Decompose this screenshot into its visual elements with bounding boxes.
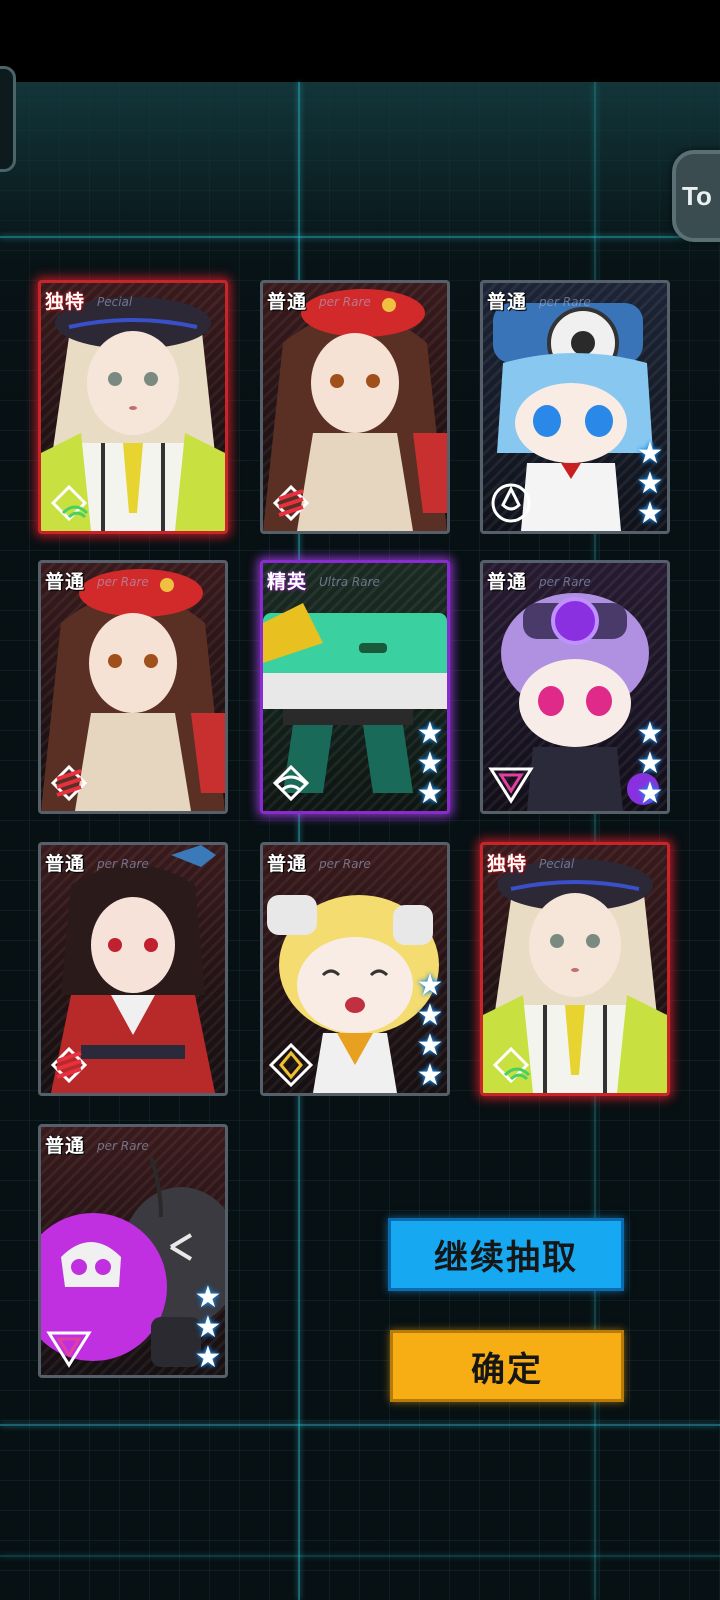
result-card[interactable]: 普通 per Rare (38, 842, 228, 1096)
rarity-sublabel: Pecial (97, 295, 133, 309)
result-card[interactable]: 普通 per Rare ★ ★ ★ (480, 560, 670, 814)
rarity-label: 普通 (267, 853, 308, 875)
result-card[interactable]: 独特 Pecial (38, 280, 228, 534)
star-icon: ★ (636, 436, 664, 471)
rarity-sublabel: per Rare (97, 857, 149, 871)
stripes-icon (50, 1046, 88, 1084)
continue-draw-button[interactable]: 继续抽取 (388, 1218, 624, 1291)
top-right-button[interactable]: To (672, 150, 720, 242)
result-card[interactable]: 精英 Ultra Rare ★ ★ ★ (260, 560, 450, 814)
drop-circle-icon (491, 483, 531, 523)
gacha-results-screen: To 独特 Pecial 普通 per Rare 普通 per Rare ★ ★… (0, 0, 720, 1600)
rarity-label: 普通 (45, 853, 86, 875)
result-card[interactable]: 普通 per Rare ★ ★ ★ (38, 1124, 228, 1378)
wifi-icon (272, 764, 310, 802)
star-icon: ★ (416, 998, 444, 1033)
star-icon: ★ (636, 776, 664, 811)
rarity-sublabel: Ultra Rare (319, 575, 380, 589)
rarity-label: 独特 (487, 853, 528, 875)
rarity-sublabel: per Rare (97, 575, 149, 589)
confirm-label: 确定 (471, 1349, 543, 1390)
stripes-icon (50, 764, 88, 802)
star-icon: ★ (416, 746, 444, 781)
diamond-icon (268, 1042, 314, 1088)
result-card[interactable]: 普通 per Rare (260, 280, 450, 534)
status-bar-area (0, 0, 720, 82)
triangle-icon (488, 767, 534, 804)
rarity-sublabel: per Rare (319, 857, 371, 871)
star-icon: ★ (636, 746, 664, 781)
star-icon: ★ (416, 1028, 444, 1063)
star-rating: ★ ★ ★ (415, 719, 445, 809)
result-card[interactable]: 普通 per Rare (38, 560, 228, 814)
wifi-icon (50, 484, 89, 522)
confirm-button[interactable]: 确定 (390, 1330, 624, 1402)
star-icon: ★ (636, 716, 664, 751)
result-card[interactable]: 独特 Pecial (480, 842, 670, 1096)
top-right-button-label: To (682, 180, 712, 211)
star-icon: ★ (416, 1058, 444, 1093)
rarity-sublabel: per Rare (319, 295, 371, 309)
star-rating: ★ ★ ★ (193, 1283, 223, 1373)
result-card[interactable]: 普通 per Rare ★ ★ ★ ★ (260, 842, 450, 1096)
rarity-sublabel: per Rare (539, 295, 591, 309)
left-side-tab[interactable] (0, 66, 16, 172)
rarity-sublabel: per Rare (97, 1139, 149, 1153)
rarity-label: 普通 (45, 571, 86, 593)
stripes-icon (272, 484, 310, 522)
rarity-label: 独特 (45, 291, 86, 313)
rarity-label: 普通 (45, 1135, 86, 1157)
star-icon: ★ (194, 1310, 222, 1345)
rarity-sublabel: per Rare (539, 575, 591, 589)
grid-line (0, 1424, 720, 1426)
star-icon: ★ (416, 716, 444, 751)
star-rating: ★ ★ ★ ★ (415, 971, 445, 1091)
rarity-label: 普通 (487, 571, 528, 593)
rarity-label: 精英 (267, 571, 308, 593)
star-icon: ★ (194, 1340, 222, 1375)
star-rating: ★ ★ ★ (635, 439, 665, 529)
star-icon: ★ (194, 1280, 222, 1315)
rarity-label: 普通 (267, 291, 308, 313)
star-rating: ★ ★ ★ (635, 719, 665, 809)
grid-line (0, 236, 720, 238)
star-icon: ★ (416, 776, 444, 811)
wifi-icon (492, 1046, 531, 1084)
continue-draw-label: 继续抽取 (434, 1238, 578, 1278)
star-icon: ★ (416, 968, 444, 1003)
rarity-sublabel: Pecial (539, 857, 575, 871)
result-card[interactable]: 普通 per Rare ★ ★ ★ (480, 280, 670, 534)
grid-line (0, 1555, 720, 1557)
star-icon: ★ (636, 466, 664, 501)
star-icon: ★ (636, 496, 664, 531)
triangle-icon (46, 1331, 92, 1368)
rarity-label: 普通 (487, 291, 528, 313)
